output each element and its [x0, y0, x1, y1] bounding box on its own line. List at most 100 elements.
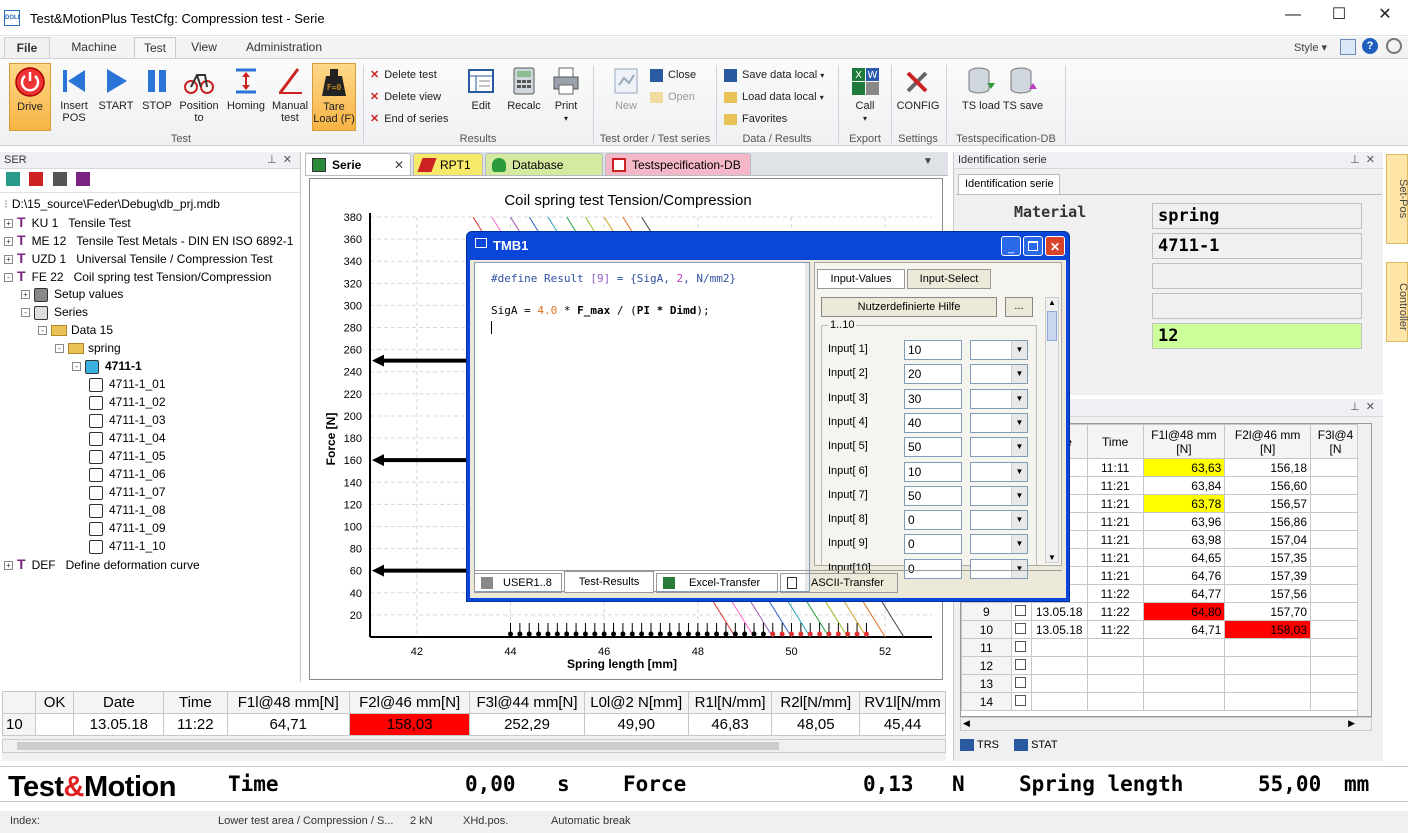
minimize-button[interactable]: — — [1270, 0, 1316, 32]
column-header[interactable]: R2l[N/mm] — [771, 691, 861, 714]
ok-checkbox[interactable] — [1010, 602, 1032, 621]
tree-item[interactable]: + T DEF Define deformation curve — [0, 555, 300, 573]
tree-item-specimen[interactable]: 4711-1_06 — [0, 465, 300, 483]
tree-item[interactable]: + T UZD 1 Universal Tensile / Compression T… — [0, 249, 300, 267]
input-select-combo[interactable]: ▼ — [970, 340, 1028, 360]
options-icon[interactable] — [1340, 39, 1356, 55]
tab-input-values[interactable]: Input-Values — [817, 269, 905, 289]
tabs-dropdown-icon[interactable]: ▼ — [923, 156, 933, 167]
ident-field-value[interactable]: 12 — [1152, 323, 1362, 349]
style-menu[interactable]: Style ▾ — [1294, 41, 1327, 54]
tab-user1-8[interactable]: USER1..8 — [474, 573, 562, 593]
input-scrollbar[interactable]: ▲ ▼ — [1045, 297, 1059, 563]
ok-checkbox[interactable] — [1010, 638, 1032, 657]
table-row[interactable]: 9 13.05.18 11:22 64,80 157,70 — [961, 602, 1361, 621]
horizontal-scrollbar[interactable]: ◀ ▶ — [960, 717, 1372, 731]
tab-machine[interactable]: Machine — [62, 37, 126, 59]
input-value-field[interactable]: 10 — [904, 340, 962, 360]
user-help-button[interactable]: Nutzerdefinierte Hilfe — [821, 297, 997, 317]
homing-button[interactable]: Homing — [224, 63, 268, 133]
tab-administration[interactable]: Administration — [236, 37, 332, 59]
input-select-combo[interactable]: ▼ — [970, 461, 1028, 482]
tree-item[interactable]: + T KU 1 Tensile Test — [0, 213, 300, 231]
tree-expand-icon[interactable] — [52, 172, 67, 186]
tree-item[interactable]: - 4711-1 — [0, 357, 300, 375]
horizontal-scrollbar[interactable] — [2, 739, 946, 753]
vertical-scrollbar[interactable] — [1357, 424, 1371, 716]
close-order-button[interactable]: Close — [650, 65, 696, 85]
expand-toggle-icon[interactable]: + — [4, 219, 13, 229]
ellipsis-button[interactable]: ... — [1005, 297, 1033, 317]
tree-item-specimen[interactable]: 4711-1_02 — [0, 393, 300, 411]
tree-item[interactable]: + Setup values — [0, 285, 300, 303]
expand-toggle-icon[interactable]: - — [72, 362, 81, 372]
table-row[interactable]: 12 — [961, 656, 1361, 675]
scrollbar-thumb[interactable] — [1047, 311, 1057, 341]
config-button[interactable]: CONFIG — [896, 63, 940, 133]
column-header[interactable]: L0l@2 N[mm] — [583, 691, 689, 714]
column-header[interactable]: F2l@46 mm[N] — [348, 691, 471, 714]
column-header[interactable]: F1l@48 mm [N] — [1142, 424, 1226, 459]
drive-button[interactable]: Drive — [9, 63, 51, 131]
load-data-local-button[interactable]: Load data local ▾ — [724, 87, 824, 107]
dialog-close-button[interactable]: ✕ — [1045, 236, 1065, 256]
ident-field-value[interactable]: 4711-1 — [1152, 233, 1362, 259]
scroll-up-icon[interactable]: ▲ — [1046, 298, 1058, 307]
tare-load-button[interactable]: F=0 Tare Load (F) — [312, 63, 356, 131]
ts-save-button[interactable]: TS save — [1001, 63, 1045, 133]
ts-load-button[interactable]: TS load — [959, 63, 1003, 133]
input-select-combo[interactable]: ▼ — [970, 534, 1028, 555]
tab-excel-transfer[interactable]: Excel-Transfer — [656, 573, 778, 593]
column-header[interactable]: F3l@4 [N — [1310, 424, 1361, 459]
tab-controller[interactable]: Controller — [1386, 262, 1408, 342]
table-row[interactable]: 10 13.05.18 11:22 64,71 158,03 — [961, 620, 1361, 639]
tab-stat[interactable]: STAT — [1014, 739, 1058, 752]
ident-field-value[interactable]: spring — [1152, 203, 1362, 229]
call-export-button[interactable]: XW Call ▾ — [843, 63, 887, 133]
tab-test[interactable]: Test — [134, 37, 176, 59]
close-tab-icon[interactable]: ✕ — [394, 154, 404, 176]
input-select-combo[interactable]: ▼ — [970, 412, 1028, 433]
start-button[interactable]: START — [94, 63, 138, 133]
expand-toggle-icon[interactable]: + — [4, 561, 13, 571]
tree-item-specimen[interactable]: 4711-1_04 — [0, 429, 300, 447]
expand-toggle-icon[interactable]: + — [4, 237, 13, 247]
column-header[interactable]: F2l@46 mm [N] — [1224, 424, 1312, 459]
help-icon[interactable]: ? — [1362, 38, 1378, 54]
tree-item[interactable]: - spring — [0, 339, 300, 357]
scrollbar-thumb[interactable] — [17, 742, 779, 750]
scroll-left-icon[interactable]: ◀ — [963, 718, 970, 729]
tab-view[interactable]: View — [184, 37, 224, 59]
tree-item-specimen[interactable]: 4711-1_08 — [0, 501, 300, 519]
ok-checkbox[interactable] — [1010, 674, 1032, 693]
manual-test-button[interactable]: Manual test — [268, 63, 312, 133]
input-select-combo[interactable]: ▼ — [970, 388, 1028, 409]
table-row[interactable]: 14 — [961, 692, 1361, 711]
input-value-field[interactable]: 20 — [904, 364, 962, 385]
favorites-button[interactable]: Favorites — [724, 109, 824, 129]
tab-test-results[interactable]: Test-Results — [564, 571, 654, 593]
wrench-icon[interactable] — [29, 172, 44, 186]
input-value-field[interactable]: 50 — [904, 437, 962, 458]
tree-item-specimen[interactable]: 4711-1_10 — [0, 537, 300, 555]
input-value-field[interactable]: 30 — [904, 388, 962, 409]
new-order-button[interactable]: New — [604, 63, 648, 133]
expand-toggle-icon[interactable]: - — [38, 326, 47, 336]
pin-close-icon[interactable]: ⊥ ✕ — [1350, 152, 1375, 168]
close-button[interactable]: ✕ — [1362, 0, 1408, 32]
dialog-minimize-button[interactable]: _ — [1001, 236, 1021, 256]
column-header[interactable]: Date — [73, 691, 165, 714]
ok-checkbox[interactable] — [1010, 620, 1032, 639]
insert-pos-button[interactable]: Insert POS — [52, 63, 96, 133]
tree-item[interactable]: + T ME 12 Tensile Test Metals - DIN EN ISO … — [0, 231, 300, 249]
input-value-field[interactable]: 40 — [904, 412, 962, 433]
tab-testspecification-db[interactable]: Testspecification-DB — [605, 153, 751, 175]
pin-close-icon[interactable]: ⊥ ✕ — [267, 152, 292, 168]
input-select-combo[interactable]: ▼ — [970, 510, 1028, 531]
tree-item-specimen[interactable]: 4711-1_09 — [0, 519, 300, 537]
recalc-button[interactable]: Recalc — [502, 63, 546, 133]
expand-toggle-icon[interactable]: - — [4, 273, 13, 283]
column-header[interactable]: Time — [163, 691, 228, 714]
open-order-button[interactable]: Open — [650, 87, 696, 107]
tab-database-fdb[interactable]: Database (FDB) — [485, 153, 603, 194]
